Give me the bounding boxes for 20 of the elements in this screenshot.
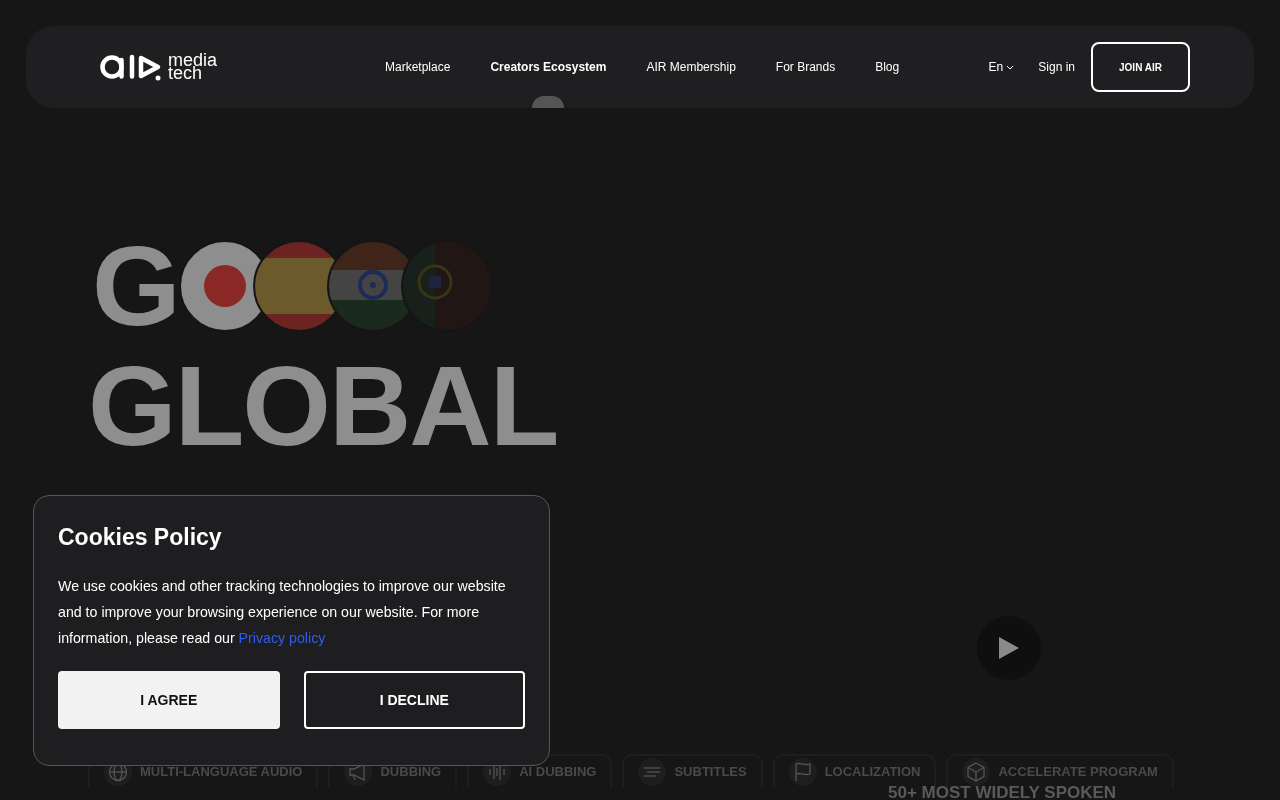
logo-text: media tech <box>168 54 218 80</box>
hero-heading: GLOBAL <box>88 360 559 452</box>
nav-link[interactable]: Creators Ecosystem <box>490 60 607 74</box>
cookie-text: We use cookies and other tracking technologies to improve our website and to improve your browsing experience on our website. For more information, please read our Privacy policy <box>58 577 507 648</box>
agree-button[interactable]: I AGREE <box>58 671 280 729</box>
section-heading: 50+ MOST WIDELY SPOKEN <box>888 786 1117 800</box>
join-button[interactable]: JOIN AIR <box>1091 42 1190 92</box>
dialog-title: Cookies Policy <box>58 524 223 551</box>
play-icon <box>999 637 1019 659</box>
flag-outline-icon <box>792 761 813 782</box>
language-selector[interactable]: En <box>988 60 1015 74</box>
hero-heading: G <box>92 240 179 332</box>
nav-link[interactable]: Blog <box>875 60 900 74</box>
nav-link[interactable]: Marketplace <box>385 60 451 74</box>
cube-icon <box>966 761 987 782</box>
chevron-down-icon <box>1006 64 1015 70</box>
nav-link[interactable]: For Brands <box>775 60 836 74</box>
decline-button[interactable]: I DECLINE <box>303 671 525 729</box>
nav-link[interactable]: AIR Membership <box>646 60 736 74</box>
sign-in-link[interactable]: Sign in <box>1038 60 1075 74</box>
